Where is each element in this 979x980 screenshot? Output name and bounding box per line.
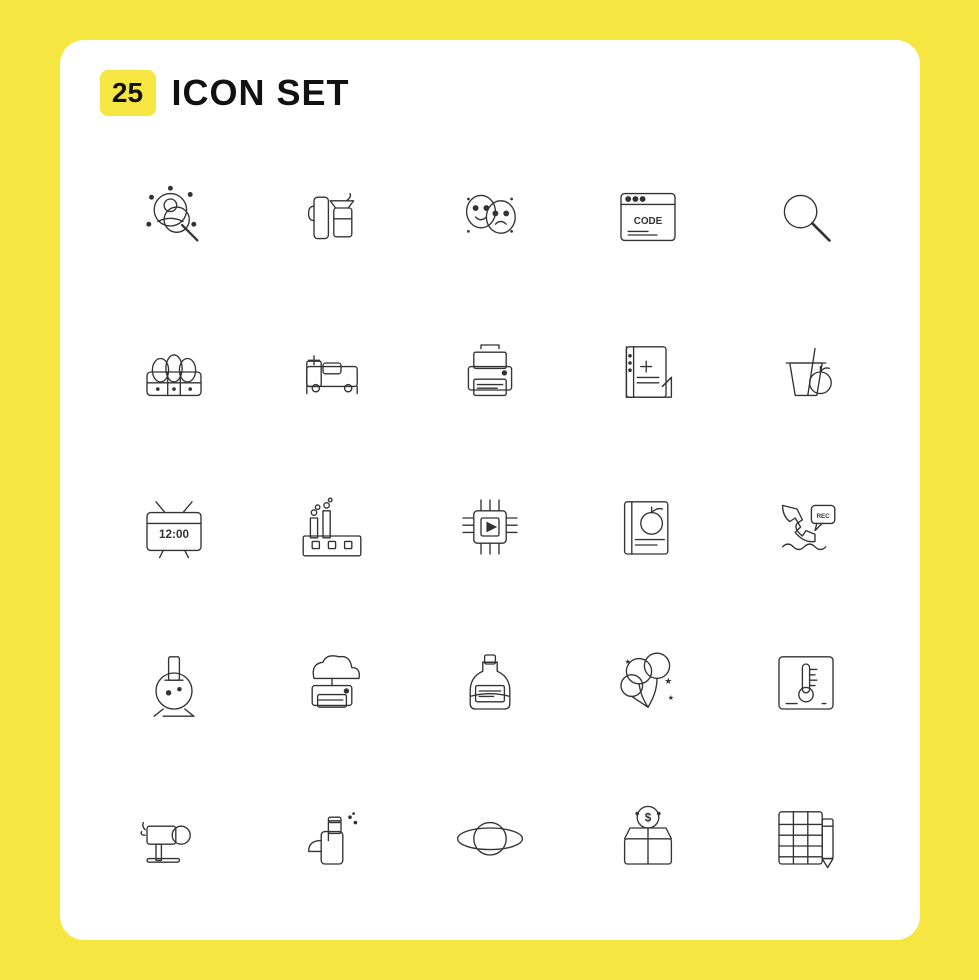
header: 25 ICON SET xyxy=(100,70,880,116)
svg-text:★: ★ xyxy=(624,657,630,666)
balloons-icon: ★ ★ ★ xyxy=(574,610,722,755)
svg-text:REC: REC xyxy=(816,513,830,520)
printer-icon xyxy=(416,299,564,444)
drinks-icon xyxy=(258,144,406,289)
factory-icon xyxy=(258,454,406,599)
spray-bottle-icon xyxy=(258,765,406,910)
theatre-masks-icon xyxy=(416,144,564,289)
svg-text:$: $ xyxy=(644,812,651,825)
page-title: ICON SET xyxy=(172,72,350,114)
svg-text:12:00: 12:00 xyxy=(159,528,189,541)
person-search-icon xyxy=(100,144,248,289)
medical-book-icon xyxy=(574,299,722,444)
voicemail-rec-icon: REC xyxy=(732,454,880,599)
cloud-print-icon xyxy=(258,610,406,755)
main-card: 25 ICON SET xyxy=(60,40,920,940)
liquid-bottle-icon xyxy=(416,610,564,755)
icon-grid: CODE xyxy=(100,144,880,910)
search-icon xyxy=(732,144,880,289)
svg-text:CODE: CODE xyxy=(633,216,662,227)
recipe-book-icon xyxy=(574,454,722,599)
chemistry-icon xyxy=(100,610,248,755)
hospital-bed-icon xyxy=(258,299,406,444)
dollar-box-icon: $ xyxy=(574,765,722,910)
eggs-icon xyxy=(100,299,248,444)
icon-count-badge: 25 xyxy=(100,70,156,116)
svg-text:★: ★ xyxy=(664,676,672,686)
code-window-icon: CODE xyxy=(574,144,722,289)
food-drink-icon xyxy=(732,299,880,444)
clock-tv-icon: 12:00 xyxy=(100,454,248,599)
security-camera-icon xyxy=(100,765,248,910)
thermometer-doc-icon xyxy=(732,610,880,755)
cpu-chip-icon xyxy=(416,454,564,599)
planet-icon xyxy=(416,765,564,910)
notebook-pencil-icon xyxy=(732,765,880,910)
svg-text:★: ★ xyxy=(667,693,673,702)
